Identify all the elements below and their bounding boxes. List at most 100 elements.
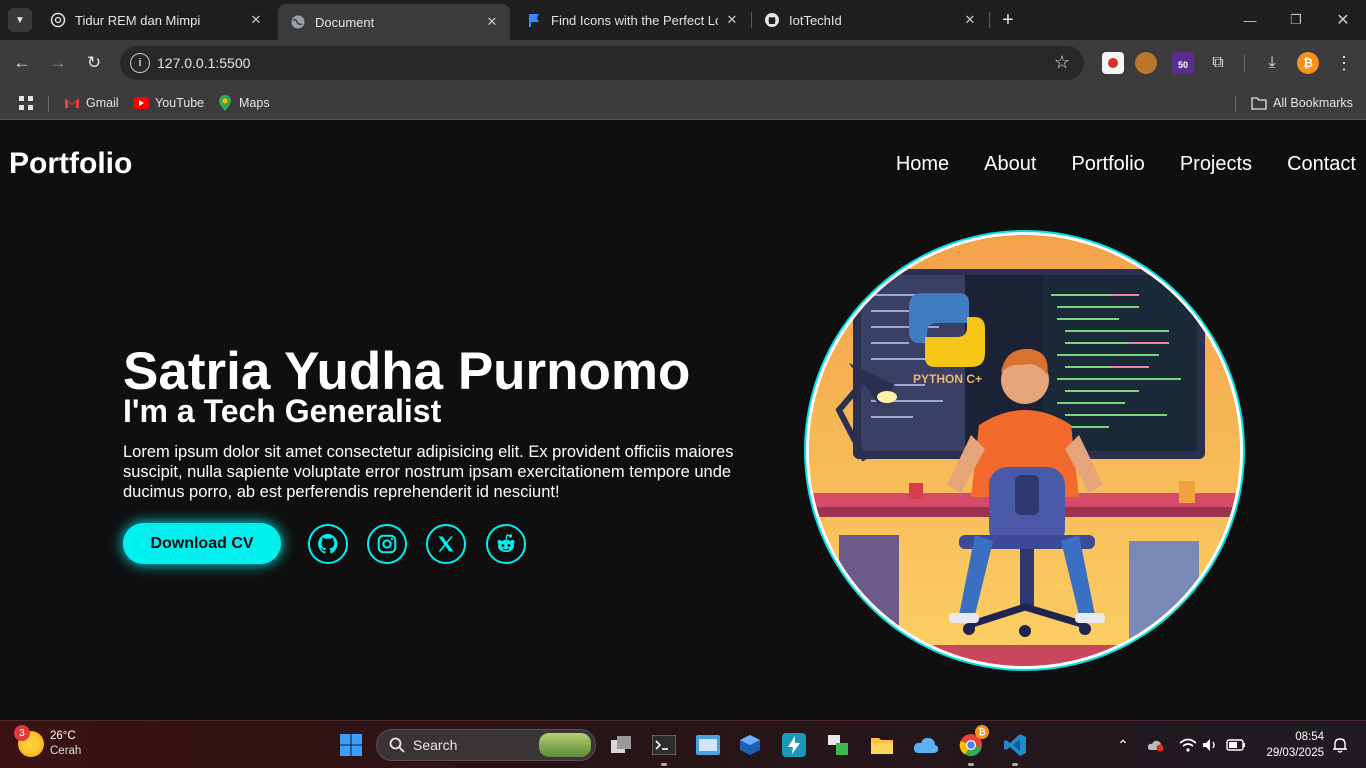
extensions-puzzle-icon[interactable]: ⧉ <box>1207 52 1229 74</box>
clock-date: 29/03/2025 <box>1266 747 1324 759</box>
reddit-icon[interactable] <box>486 524 526 564</box>
site-info-icon[interactable]: i <box>130 53 150 73</box>
download-cv-button[interactable]: Download CV <box>123 523 281 564</box>
running-indicator <box>1012 763 1018 766</box>
reload-button[interactable]: ↻ <box>80 49 108 77</box>
weather-temp: 26°C <box>50 730 76 742</box>
tab-strip: ▼ Tidur REM dan Mimpi ✕ Document ✕ Find … <box>0 0 1366 40</box>
notification-bell-icon[interactable] <box>1330 735 1350 755</box>
restore-button[interactable]: ❐ <box>1273 0 1319 40</box>
control-panel-icon[interactable] <box>692 729 724 761</box>
windows-start-icon[interactable] <box>335 729 367 761</box>
bookmark-maps[interactable]: Maps <box>217 92 270 114</box>
hero-illustration: PYTHON C+ <box>806 232 1243 669</box>
search-icon <box>389 737 405 753</box>
close-icon[interactable]: ✕ <box>724 12 740 28</box>
bitcoin-profile-icon[interactable]: ₿ <box>1297 52 1319 74</box>
bookmark-gmail[interactable]: Gmail <box>64 92 119 114</box>
tab-find-icons[interactable]: Find Icons with the Perfect Look ✕ <box>514 4 750 36</box>
youtube-icon <box>133 95 149 111</box>
search-highlight-image <box>539 733 591 757</box>
cloud-offline-icon[interactable] <box>1146 735 1166 755</box>
download-icon[interactable]: ⤓ <box>1261 52 1283 74</box>
site-logo[interactable]: Portfolio <box>9 147 132 181</box>
all-bookmarks-button[interactable]: All Bookmarks <box>1251 92 1353 114</box>
bolt-app-icon[interactable] <box>778 729 810 761</box>
nav-portfolio[interactable]: Portfolio <box>1071 153 1144 176</box>
tab-title: Find Icons with the Perfect Look <box>551 12 718 28</box>
taskbar-search[interactable]: Search <box>376 729 596 761</box>
nav-home[interactable]: Home <box>896 153 949 176</box>
tab-search-button[interactable]: ▼ <box>8 8 32 32</box>
bookmark-youtube[interactable]: YouTube <box>133 92 204 114</box>
vscode-icon[interactable] <box>999 729 1031 761</box>
close-icon[interactable]: ✕ <box>248 12 264 28</box>
new-tab-button[interactable]: + <box>996 8 1020 32</box>
minimize-button[interactable]: — <box>1227 0 1273 40</box>
tab-title: IotTechId <box>789 12 842 28</box>
address-bar[interactable]: i 127.0.0.1:5500 ☆ <box>120 46 1084 80</box>
apps-grid-icon[interactable] <box>18 92 34 114</box>
task-view-icon[interactable] <box>605 729 637 761</box>
search-label: Search <box>413 737 458 753</box>
folder-icon <box>1251 95 1267 111</box>
close-icon[interactable]: ✕ <box>962 12 978 28</box>
cloud-app-icon[interactable] <box>910 729 942 761</box>
chrome-profile-badge: ₿ <box>975 725 989 739</box>
tab-separator <box>989 12 990 28</box>
notification-badge: 3 <box>14 725 30 741</box>
flag-icon <box>526 12 542 28</box>
maps-icon <box>217 95 233 111</box>
chrome-icon[interactable]: ₿ <box>955 725 989 761</box>
bookmark-label: Gmail <box>86 96 119 110</box>
chevron-up-icon[interactable]: ⌃ <box>1113 735 1133 755</box>
running-indicator <box>661 763 667 766</box>
nav-contact[interactable]: Contact <box>1287 153 1356 176</box>
network-share-icon[interactable] <box>822 729 854 761</box>
tab-chatgpt[interactable]: Tidur REM dan Mimpi ✕ <box>38 4 274 36</box>
bookmarks-bar: Gmail YouTube Maps All Bookmarks <box>0 86 1366 120</box>
main-nav: Home About Portfolio Projects Contact <box>896 153 1356 176</box>
tab-iottechid[interactable]: IotTechId ✕ <box>752 4 988 36</box>
weather-widget[interactable]: 3 26°C Cerah <box>14 725 82 759</box>
tab-title: Document <box>315 14 375 30</box>
instagram-icon[interactable] <box>367 524 407 564</box>
wifi-icon[interactable] <box>1178 735 1198 755</box>
running-indicator <box>968 763 974 766</box>
cookie-extension-icon[interactable] <box>1135 52 1157 74</box>
system-clock[interactable]: 08:54 29/03/2025 <box>1266 729 1324 761</box>
menu-kebab-icon[interactable]: ⋮ <box>1333 52 1355 74</box>
bookmark-label: Maps <box>239 96 270 110</box>
hero-subtitle: I'm a Tech Generalist <box>123 393 442 429</box>
weather-sun-icon: 3 <box>14 725 44 757</box>
blocker-extension-icon[interactable] <box>1102 52 1124 74</box>
virtualbox-icon[interactable] <box>734 729 766 761</box>
close-window-button[interactable]: ✕ <box>1320 0 1366 40</box>
forward-button[interactable]: → <box>44 49 72 77</box>
close-icon[interactable]: ✕ <box>484 14 500 30</box>
x-twitter-icon[interactable] <box>426 524 466 564</box>
nav-about[interactable]: About <box>984 153 1036 176</box>
screen-text: PYTHON C+ <box>913 372 982 386</box>
gmail-icon <box>64 95 80 111</box>
github-icon <box>764 12 780 28</box>
toolbar-separator <box>1244 54 1245 72</box>
file-explorer-icon[interactable] <box>866 729 898 761</box>
url-text[interactable]: 127.0.0.1:5500 <box>157 55 250 71</box>
github-icon[interactable] <box>308 524 348 564</box>
globe-icon <box>290 14 306 30</box>
battery-icon[interactable] <box>1226 735 1246 755</box>
volume-icon[interactable] <box>1201 735 1221 755</box>
back-button[interactable]: ← <box>8 49 36 77</box>
weather-condition: Cerah <box>50 745 82 757</box>
clock-time: 08:54 <box>1295 731 1324 743</box>
browser-toolbar: ← → ↻ i 127.0.0.1:5500 ☆ 50 ⧉ ⤓ ₿ ⋮ <box>0 40 1366 86</box>
extension-icon[interactable]: 50 <box>1172 52 1194 74</box>
all-bookmarks-label: All Bookmarks <box>1273 96 1353 110</box>
extension-badge: 50 <box>1178 60 1189 70</box>
nav-projects[interactable]: Projects <box>1180 153 1252 176</box>
tab-title: Tidur REM dan Mimpi <box>75 12 201 28</box>
tab-document[interactable]: Document ✕ <box>278 4 510 40</box>
terminal-icon[interactable] <box>648 729 680 761</box>
bookmark-star-icon[interactable]: ☆ <box>1054 52 1070 73</box>
